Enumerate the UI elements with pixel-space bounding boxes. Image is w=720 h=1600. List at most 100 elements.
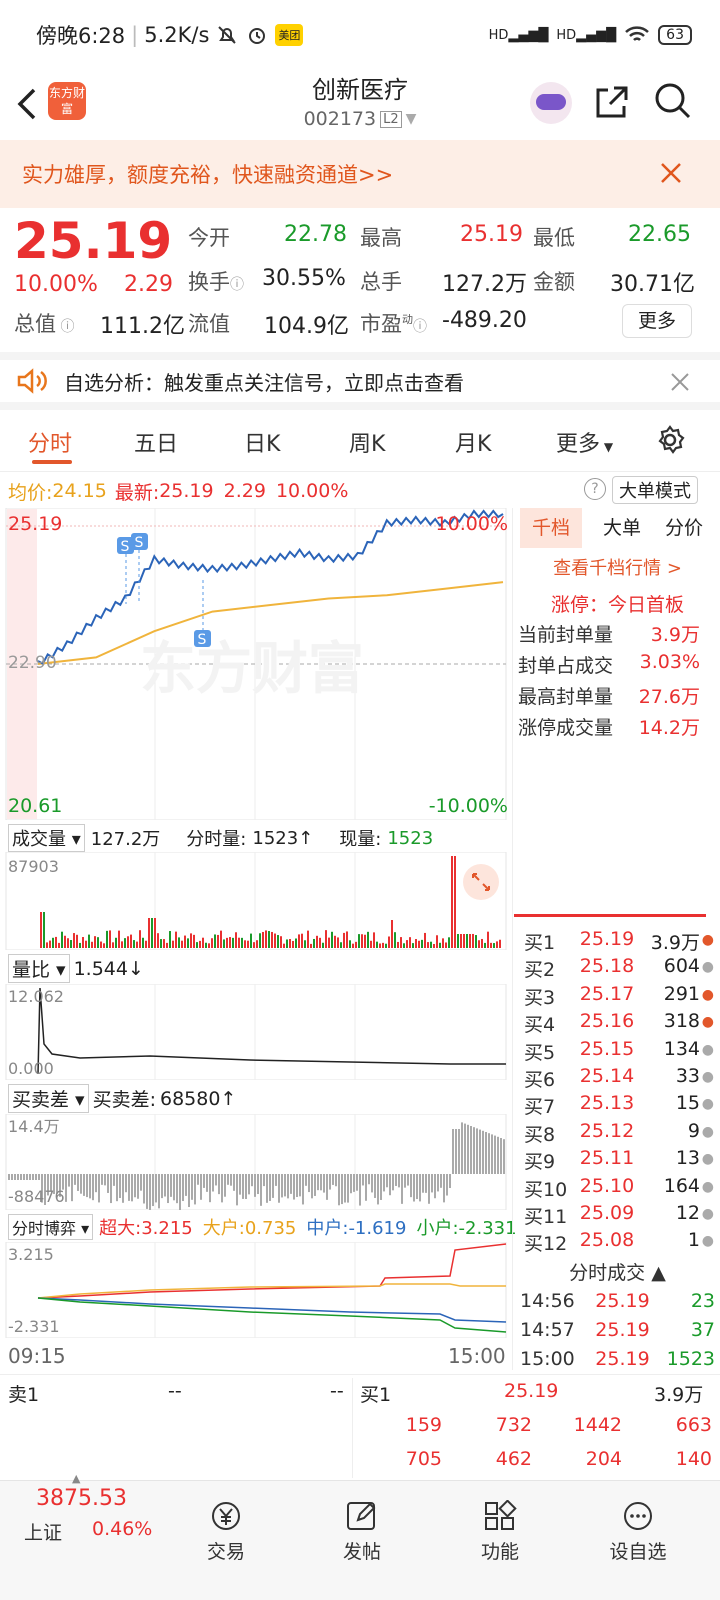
bid-row[interactable]: 买3 25.17 291 ● [524,983,714,1010]
assistant-avatar[interactable] [530,82,572,124]
bid-row[interactable]: 买10 25.10 164 ● [524,1175,714,1202]
bid-row[interactable]: 买5 25.15 134 ● [524,1038,714,1065]
volume-bar [94,936,96,948]
notice-bar[interactable]: 自选分析：触发重点关注信号，立即点击查看 [0,352,720,410]
volume-bar [145,940,147,948]
finance-banner[interactable]: 实力雄厚，额度充裕，快速融资通道>> [0,140,720,208]
diff-bar [275,1174,277,1186]
diff-bar [293,1174,295,1200]
tab-more[interactable]: 更多 ▼ [556,426,613,458]
expand-button[interactable] [463,864,499,900]
index-value[interactable]: 3875.53 [36,1486,127,1511]
diff-bar [11,1174,13,1180]
diff-bar [320,1174,322,1191]
volume-bar [241,937,243,948]
nav-add-watchlist[interactable]: 设自选 [588,1500,688,1564]
volume-bar [190,933,192,948]
meituan-badge: 美团 [275,24,304,46]
tab-price-dist[interactable]: 分价 [654,508,714,548]
latest-pct: 10.00% [275,480,349,502]
volume-bar [139,930,141,948]
volume-bar [172,940,174,948]
diff-bar [164,1174,166,1197]
tab-day-k[interactable]: 日K [244,426,280,458]
tab-five-day[interactable]: 五日 [134,426,178,458]
bo-chart: 3.215 -2.331 [5,1242,507,1338]
mmc-selector[interactable]: 买卖差 ▾ [8,1084,89,1113]
code-dropdown-icon[interactable]: ▼ [406,111,417,127]
tab-month-k[interactable]: 月K [455,426,491,458]
volume-bar [454,856,456,948]
tab-thousand[interactable]: 千档 [520,508,582,548]
tab-intraday[interactable]: 分时 [28,426,72,458]
index-name[interactable]: 上证 [24,1518,62,1545]
volume-bar [370,940,372,948]
notice-text[interactable]: 自选分析：触发重点关注信号，立即点击查看 [64,367,464,396]
volume-bar [331,931,333,948]
bo-mid: 中户:-1.619 [306,1218,407,1239]
volume-bar [64,935,66,948]
tab-week-k[interactable]: 周K [349,426,385,458]
diff-bar [236,1174,238,1206]
bid-row[interactable]: 买11 25.09 12 ● [524,1202,714,1229]
volume-bar [193,934,195,948]
bid-row[interactable]: 买8 25.12 9 ● [524,1120,714,1147]
volume-bar [76,934,78,948]
volume-bar [322,942,324,948]
volume-total: 127.2万 [90,829,161,850]
volume-bar [160,939,162,948]
volume-bar [103,943,105,948]
help-icon[interactable]: ? [584,478,606,500]
nav-function[interactable]: 功能 [450,1499,550,1564]
qb-selector[interactable]: 量比 ▾ [8,954,70,983]
buy1-price: 25.19 [504,1380,559,1402]
diff-bar [263,1174,265,1187]
qb-header: 量比 ▾ 1.544↓ [8,954,144,983]
diff-bar [86,1174,88,1198]
diff-bar [344,1174,346,1203]
bid-row[interactable]: 买1 25.19 3.9万 ● [524,928,714,955]
volume-bar [373,932,375,948]
diff-bar [428,1174,430,1204]
volume-selector[interactable]: 成交量 ▾ [8,824,85,852]
close-icon[interactable] [660,162,682,184]
bid-row[interactable]: 买12 25.08 1 ● [524,1229,714,1256]
big-order-mode-button[interactable]: 大单模式 [612,476,698,504]
more-button[interactable]: 更多 [622,304,692,338]
volume-bar [448,937,450,948]
thousand-link[interactable]: 查看千档行情 > [520,554,715,580]
volume-bar [493,943,495,948]
settings-gear-icon[interactable] [654,424,686,456]
diff-bar [389,1174,391,1196]
diff-bar [98,1174,100,1203]
notice-close-icon[interactable] [670,372,690,392]
queue-cell: 462 [495,1448,532,1470]
alarm-icon [249,28,266,44]
banner-text[interactable]: 实力雄厚，额度充裕，快速融资通道>> [22,159,393,189]
bid-row[interactable]: 买9 25.11 13 ● [524,1147,714,1174]
bo-super: 超大:3.215 [99,1218,193,1239]
diff-bar [230,1174,232,1186]
bid-row[interactable]: 买6 25.14 33 ● [524,1065,714,1092]
limit-row-label: 封单占成交 [518,655,614,677]
more-dots-icon [624,1502,652,1530]
tab-big-order[interactable]: 大单 [592,508,652,548]
volume-bar [154,918,156,948]
diff-bar [233,1174,235,1191]
nav-post[interactable]: 发帖 [312,1500,412,1564]
diff-bar [155,1174,157,1203]
volume-bar [109,930,111,948]
bo-selector[interactable]: 分时博弈 ▾ [8,1214,94,1240]
bid-row[interactable]: 买7 25.13 15 ● [524,1092,714,1119]
trades-title[interactable]: 分时成交 ▲ [520,1258,715,1285]
share-icon[interactable] [594,84,630,120]
search-icon[interactable] [654,82,692,120]
intraday-chart[interactable]: 东方财富 S S S 25.19 22.90 20.61 10.00% -10.… [0,508,512,820]
level-badge: L2 [380,110,402,128]
bid-row[interactable]: 买4 25.16 318 ● [524,1010,714,1037]
volume-bar [169,931,171,948]
diff-bar [146,1174,148,1209]
nav-trade[interactable]: 交易 [176,1500,276,1564]
bid-row[interactable]: 买2 25.18 604 ● [524,955,714,982]
fs-label: 分时量: [186,829,247,850]
